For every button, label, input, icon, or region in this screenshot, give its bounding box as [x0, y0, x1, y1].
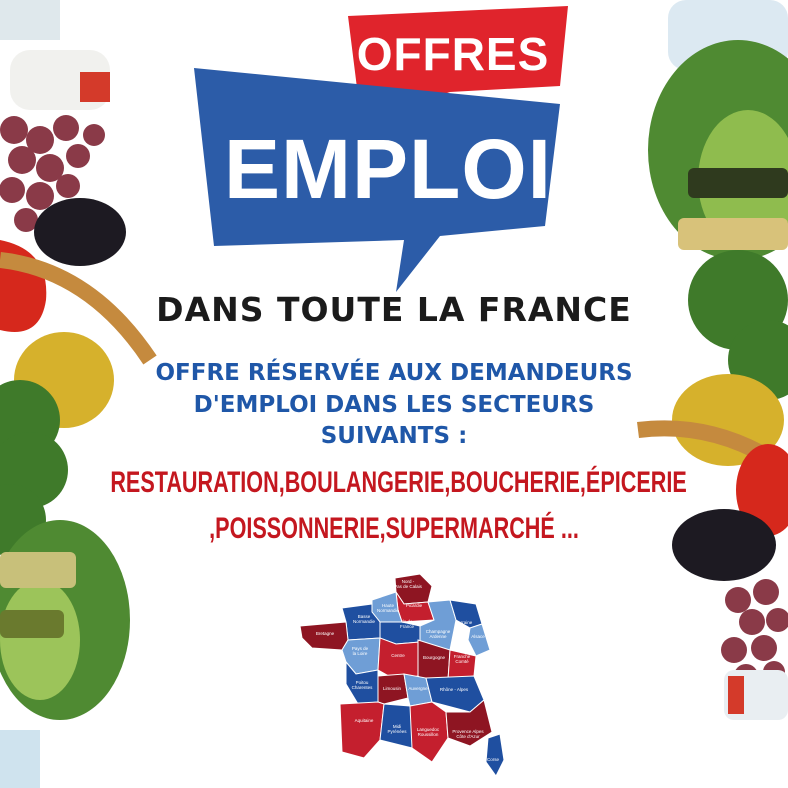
- region-label: Bourgogne: [423, 655, 446, 660]
- region-bretagne: [300, 621, 349, 651]
- france-regions-map: Nord -Pas de CalaisPicardieHaute Normandi…: [300, 573, 505, 777]
- region-label: Lorraine: [456, 620, 473, 625]
- region-label: Provence Alpes Côte d'Azur: [452, 729, 484, 739]
- offres-text: OFFRES: [357, 28, 550, 80]
- region-label: Corse: [487, 757, 500, 762]
- region-label: Centre: [391, 653, 405, 658]
- region-aquitaine: [339, 701, 385, 759]
- region-alsace: [467, 623, 491, 657]
- region-label: Bretagne: [316, 631, 335, 636]
- region-label: Aquitaine: [355, 718, 374, 723]
- subheading-line-2: D'EMPLOI DANS LES SECTEURS: [193, 392, 595, 418]
- sectors-line-1: RESTAURATION,BOULANGERIE,BOUCHERIE,ÉPICE…: [110, 466, 687, 499]
- sectors-line-2: ,POISSONNERIE,SUPERMARCHÉ ...: [209, 512, 579, 545]
- region-label: Ile de France: [400, 619, 415, 629]
- region-label: Rhône - Alpes: [440, 687, 469, 692]
- region-centre: [377, 637, 421, 681]
- region-label: Limousin: [383, 686, 402, 691]
- emploi-text: EMPLOI: [224, 122, 552, 216]
- region-label: Picardie: [406, 603, 423, 608]
- region-label: Languedoc Roussillon: [417, 727, 440, 737]
- subheading-line-3: SUIVANTS :: [320, 423, 468, 449]
- headline: DANS TOUTE LA FRANCE: [156, 290, 632, 329]
- region-label: Franche Comté: [454, 654, 471, 664]
- region-label: Auvergne: [408, 686, 428, 691]
- region-corse: [485, 733, 505, 777]
- region-label: Pays de la Loire: [352, 646, 369, 656]
- subheading-line-1: OFFRE RÉSERVÉE AUX DEMANDEURS: [155, 360, 633, 386]
- region-label: Alsace: [471, 634, 485, 639]
